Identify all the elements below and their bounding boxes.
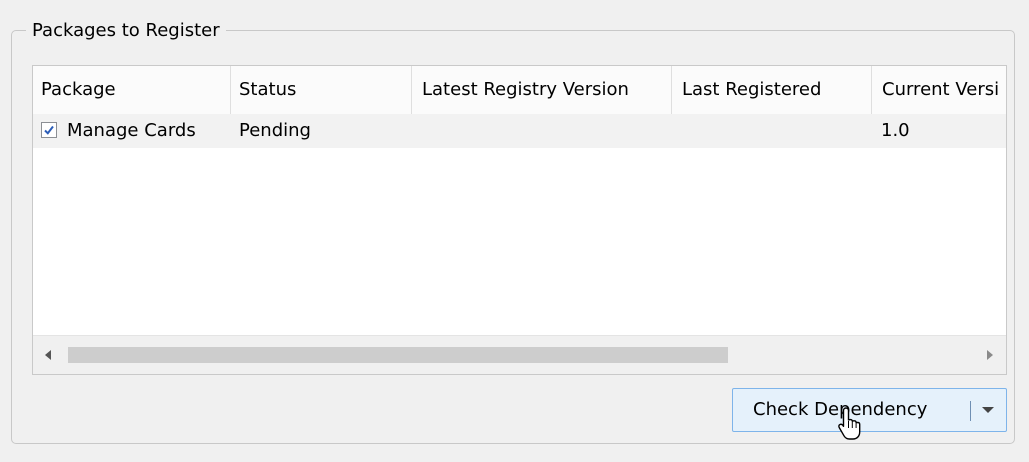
check-dependency-button[interactable]: Check Dependency [732,388,1007,432]
cell-last-registered [682,114,862,148]
column-header-last-registered[interactable]: Last Registered [672,66,872,114]
column-header-package[interactable]: Package [33,66,231,114]
row-checkbox[interactable] [41,122,57,138]
column-header-current-version[interactable]: Current Versi [872,66,1006,114]
group-title: Packages to Register [26,18,226,44]
triangle-left-icon[interactable] [41,348,55,362]
checkmark-icon [44,125,54,135]
packages-grid[interactable]: Package Status Latest Registry Version L… [32,65,1007,375]
cell-package: Manage Cards [67,120,196,141]
cell-status: Pending [239,120,311,141]
column-header-status[interactable]: Status [231,66,412,114]
chevron-down-icon [982,407,994,413]
mouse-pointer-icon [838,407,861,440]
horizontal-scrollbar[interactable] [33,335,1006,374]
grid-header: Package Status Latest Registry Version L… [33,66,1006,115]
cell-latest-registry-version [422,114,662,148]
cell-current-version: 1.0 [881,120,910,141]
scrollbar-thumb[interactable] [68,347,728,363]
table-row[interactable]: Manage Cards Pending 1.0 [33,114,1006,148]
triangle-right-icon[interactable] [983,348,997,362]
column-header-latest-registry-version[interactable]: Latest Registry Version [412,66,672,114]
dropdown-toggle[interactable] [971,389,1006,431]
